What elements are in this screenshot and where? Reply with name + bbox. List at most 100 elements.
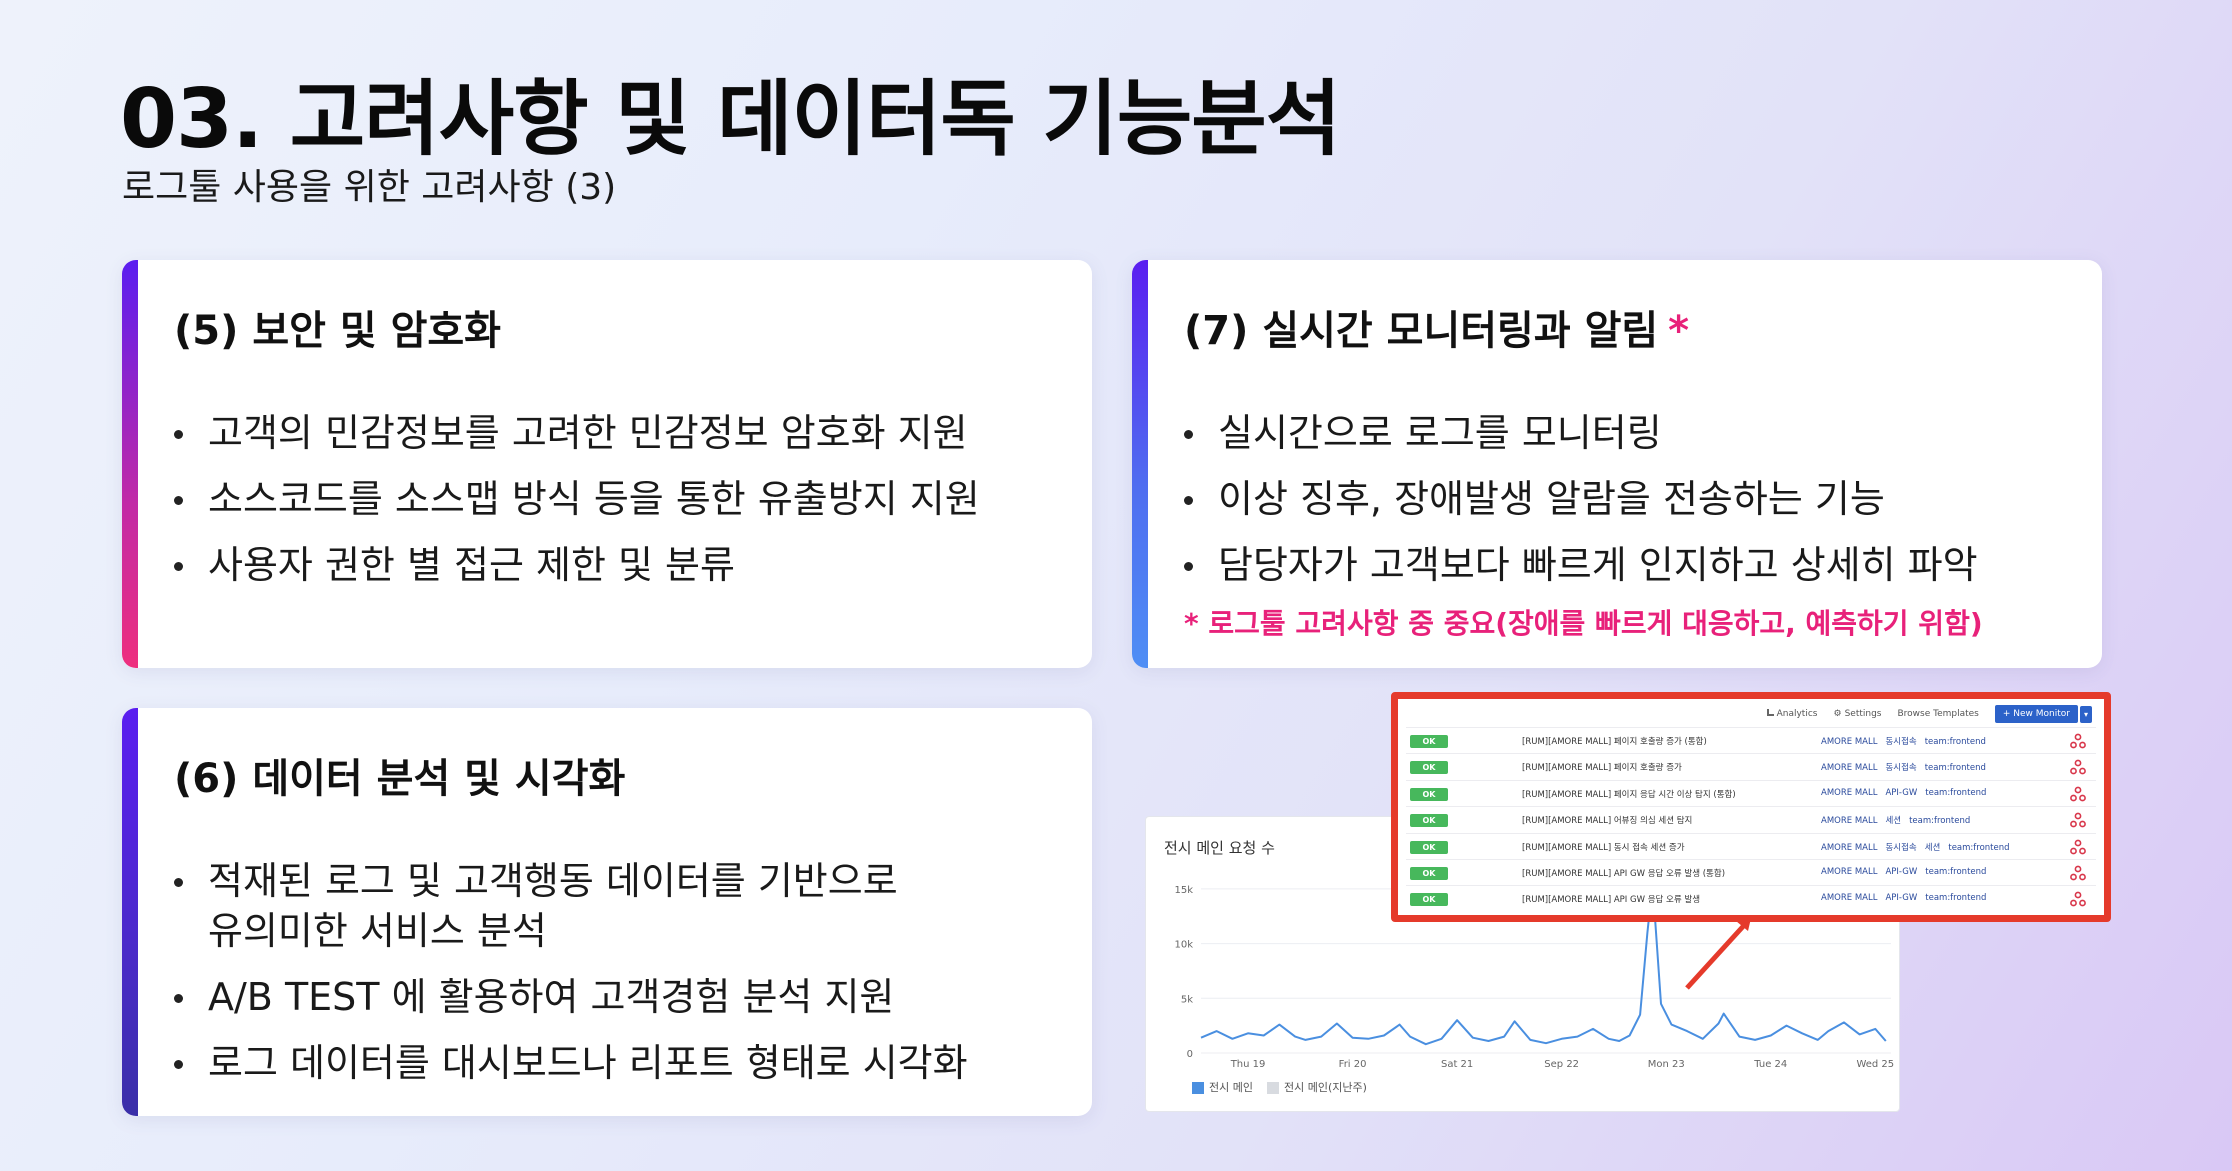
monitor-name[interactable]: [RUM][AMORE MALL] 페이지 호출량 증가 bbox=[1522, 761, 1682, 773]
tag-label[interactable]: 동시접속 bbox=[1885, 843, 1916, 853]
webhook-icon[interactable] bbox=[2070, 865, 2086, 884]
tag-label[interactable]: AMORE MALL bbox=[1821, 763, 1877, 773]
chevron-down-icon[interactable]: ▾ bbox=[2079, 705, 2092, 723]
monitor-name[interactable]: [RUM][AMORE MALL] API GW 응답 오류 발생 (통합) bbox=[1522, 867, 1725, 879]
x-tick-label: Tue 24 bbox=[1753, 1059, 1787, 1070]
webhook-icon[interactable] bbox=[2070, 891, 2086, 910]
tag-label[interactable]: API-GW bbox=[1885, 893, 1917, 903]
card-analytics: (6) 데이터 분석 및 시각화 적재된 로그 및 고객행동 데이터를 기반으로… bbox=[122, 708, 1092, 1116]
tag-label[interactable]: AMORE MALL bbox=[1821, 843, 1877, 853]
webhook-icon[interactable] bbox=[2070, 759, 2086, 778]
monitor-row[interactable]: OK [RUM][AMORE MALL] API GW 응답 오류 발생 AMORE… bbox=[1406, 885, 2096, 911]
status-badge: OK bbox=[1410, 866, 1448, 880]
bullet-list: 고객의 민감정보를 고려한 민감정보 암호화 지원 소스코드를 소스맵 방식 등… bbox=[172, 408, 980, 606]
tag-label[interactable]: team:frontend bbox=[1925, 788, 1986, 798]
browse-templates-link[interactable]: Browse Templates bbox=[1897, 709, 1978, 719]
card-accent-bar bbox=[1132, 260, 1148, 668]
monitor-tags: AMORE MALL API-GW team:frontend bbox=[1821, 893, 1994, 903]
legend-item[interactable]: 전시 메인 bbox=[1192, 1079, 1253, 1095]
tag-label[interactable]: AMORE MALL bbox=[1821, 867, 1877, 877]
webhook-icon[interactable] bbox=[2070, 733, 2086, 752]
tag-label[interactable]: API-GW bbox=[1885, 788, 1917, 798]
monitor-row[interactable]: OK [RUM][AMORE MALL] 페이지 호출량 증가 AMORE MALL… bbox=[1406, 753, 2096, 779]
list-item: 로그 데이터를 대시보드나 리포트 형태로 시각화 bbox=[172, 1038, 968, 1088]
monitor-name[interactable]: [RUM][AMORE MALL] 페이지 응답 시간 이상 탐지 (통합) bbox=[1522, 788, 1736, 800]
card-accent-bar bbox=[122, 260, 138, 668]
status-badge: OK bbox=[1410, 814, 1448, 828]
page-title: 03. 고려사항 및 데이터독 기능분석 bbox=[120, 72, 1341, 167]
important-star: * bbox=[1668, 308, 1690, 354]
x-tick-label: Wed 25 bbox=[1856, 1059, 1894, 1070]
x-tick-label: Sep 22 bbox=[1544, 1059, 1579, 1070]
monitor-toolbar: Analytics ⚙ Settings Browse Templates + N… bbox=[1766, 705, 2092, 723]
chart-bar-icon bbox=[1766, 709, 1774, 716]
tag-label[interactable]: AMORE MALL bbox=[1821, 816, 1877, 826]
webhook-icon[interactable] bbox=[2070, 839, 2086, 858]
chart-legend: 전시 메인 전시 메인(지난주) bbox=[1192, 1079, 1367, 1095]
monitor-row[interactable]: OK [RUM][AMORE MALL] 어뷰징 의심 세션 탐지 AMORE MA… bbox=[1406, 806, 2096, 832]
list-item: 담당자가 고객보다 빠르게 인지하고 상세히 파악 bbox=[1182, 540, 1978, 590]
monitor-rows: OK [RUM][AMORE MALL] 페이지 호출량 증가 (통합) AMORE… bbox=[1406, 727, 2096, 912]
bullet-list: 적재된 로그 및 고객행동 데이터를 기반으로 유의미한 서비스 분석 A/B … bbox=[172, 856, 968, 1104]
tag-label[interactable]: AMORE MALL bbox=[1821, 893, 1877, 903]
monitor-row[interactable]: OK [RUM][AMORE MALL] 페이지 응답 시간 이상 탐지 (통합)… bbox=[1406, 779, 2096, 806]
status-badge: OK bbox=[1410, 735, 1448, 748]
x-tick-label: Thu 19 bbox=[1230, 1059, 1266, 1070]
legend-swatch bbox=[1266, 1082, 1279, 1094]
monitor-row[interactable]: OK [RUM][AMORE MALL] API GW 응답 오류 발생 (통합)… bbox=[1406, 858, 2096, 885]
analytics-link[interactable]: Analytics bbox=[1766, 709, 1818, 719]
card-monitoring: (7) 실시간 모니터링과 알림 * 실시간으로 로그를 모니터링 이상 징후, … bbox=[1132, 260, 2102, 668]
monitor-tags: AMORE MALL 동시접속 team:frontend bbox=[1821, 761, 1994, 773]
legend-item[interactable]: 전시 메인(지난주) bbox=[1266, 1079, 1367, 1095]
list-item: 적재된 로그 및 고객행동 데이터를 기반으로 bbox=[172, 856, 968, 906]
settings-link[interactable]: ⚙ Settings bbox=[1833, 709, 1881, 719]
monitor-row[interactable]: OK [RUM][AMORE MALL] 동시 접속 세션 증가 AMORE MAL… bbox=[1406, 832, 2096, 859]
card-title: (5) 보안 및 암호화 bbox=[174, 308, 501, 354]
monitor-list-panel: Analytics ⚙ Settings Browse Templates + N… bbox=[1391, 692, 2111, 922]
status-badge: OK bbox=[1410, 761, 1448, 775]
tag-label[interactable]: API-GW bbox=[1885, 867, 1917, 877]
tag-label[interactable]: 동시접속 bbox=[1885, 737, 1916, 747]
y-tick-label: 10k bbox=[1174, 940, 1193, 951]
tag-label[interactable]: team:frontend bbox=[1948, 843, 2009, 853]
new-monitor-button[interactable]: + New Monitor bbox=[1994, 705, 2078, 723]
tag-label[interactable]: team:frontend bbox=[1925, 867, 1986, 877]
tag-label[interactable]: AMORE MALL bbox=[1821, 737, 1877, 747]
tag-label[interactable]: team:frontend bbox=[1925, 763, 1986, 773]
status-badge: OK bbox=[1410, 893, 1448, 907]
tag-label[interactable]: team:frontend bbox=[1925, 893, 1986, 903]
list-item: 사용자 권한 별 접근 제한 및 분류 bbox=[172, 540, 980, 590]
tag-label[interactable]: 세션 bbox=[1885, 816, 1901, 826]
legend-label: 전시 메인 bbox=[1209, 1081, 1253, 1094]
gear-icon: ⚙ bbox=[1833, 709, 1842, 719]
tag-label[interactable]: AMORE MALL bbox=[1821, 788, 1877, 798]
monitor-name[interactable]: [RUM][AMORE MALL] 페이지 호출량 증가 (통합) bbox=[1522, 735, 1707, 747]
tag-label[interactable]: team:frontend bbox=[1909, 816, 1970, 826]
tag-label[interactable]: 동시접속 bbox=[1885, 763, 1916, 773]
x-tick-label: Mon 23 bbox=[1648, 1059, 1685, 1070]
settings-label: Settings bbox=[1844, 709, 1882, 719]
analytics-label: Analytics bbox=[1776, 709, 1818, 719]
y-tick-label: 0 bbox=[1187, 1049, 1193, 1060]
page-subtitle: 로그툴 사용을 위한 고려사항 (3) bbox=[122, 167, 617, 208]
monitor-tags: AMORE MALL 동시접속 team:frontend bbox=[1821, 735, 1994, 747]
webhook-icon[interactable] bbox=[2070, 812, 2086, 831]
webhook-icon[interactable] bbox=[2070, 786, 2086, 805]
card-title: (7) 실시간 모니터링과 알림 * bbox=[1184, 298, 1689, 356]
legend-swatch bbox=[1192, 1082, 1204, 1094]
tag-label[interactable]: 세션 bbox=[1925, 843, 1941, 853]
x-tick-label: Sat 21 bbox=[1441, 1059, 1473, 1070]
status-badge: OK bbox=[1410, 787, 1448, 801]
card-title-text: (7) 실시간 모니터링과 알림 bbox=[1184, 308, 1659, 354]
monitor-tags: AMORE MALL API-GW team:frontend bbox=[1821, 867, 1994, 877]
monitor-tags: AMORE MALL 세션 team:frontend bbox=[1821, 814, 1978, 826]
x-tick-label: Fri 20 bbox=[1339, 1059, 1367, 1070]
monitor-name[interactable]: [RUM][AMORE MALL] 어뷰징 의심 세션 탐지 bbox=[1522, 814, 1692, 826]
card-security: (5) 보안 및 암호화 고객의 민감정보를 고려한 민감정보 암호화 지원 소… bbox=[122, 260, 1092, 668]
tag-label[interactable]: team:frontend bbox=[1925, 737, 1986, 747]
monitor-row[interactable]: OK [RUM][AMORE MALL] 페이지 호출량 증가 (통합) AMORE… bbox=[1406, 727, 2096, 753]
monitor-name[interactable]: [RUM][AMORE MALL] API GW 응답 오류 발생 bbox=[1522, 893, 1700, 905]
monitor-name[interactable]: [RUM][AMORE MALL] 동시 접속 세션 증가 bbox=[1522, 841, 1685, 853]
important-note: * 로그툴 고려사항 중 중요(장애를 빠르게 대응하고, 예측하기 위함) bbox=[1184, 607, 1983, 640]
list-item: A/B TEST 에 활용하여 고객경험 분석 지원 bbox=[172, 972, 968, 1022]
